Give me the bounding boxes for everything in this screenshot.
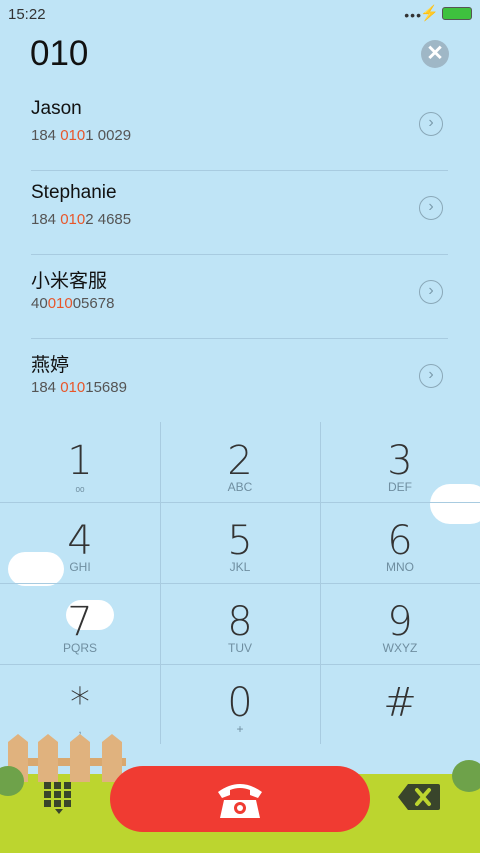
backspace-icon[interactable] — [398, 784, 440, 810]
contact-detail-chevron-icon[interactable]: › — [419, 112, 443, 136]
key-3[interactable]: 3 DEF — [320, 422, 480, 502]
divider — [31, 170, 448, 171]
bush-decoration — [452, 760, 480, 792]
key-star[interactable]: *, — [0, 664, 160, 744]
fence-decoration — [70, 734, 90, 782]
call-button[interactable] — [110, 766, 370, 832]
voicemail-icon: ₒₒ — [75, 480, 85, 494]
key-7[interactable]: 7 PQRS — [0, 583, 160, 663]
status-bar: 15:22 ••• ⚡ — [0, 0, 480, 28]
key-8[interactable]: 8 TUV — [160, 583, 320, 663]
dialpad-toggle-icon[interactable] — [44, 782, 74, 816]
contact-number: 184 0102 4685 — [31, 211, 132, 228]
key-5[interactable]: 5 JKL — [160, 502, 320, 582]
contact-number: 4001005678 — [31, 295, 115, 312]
divider — [31, 254, 448, 255]
contact-row[interactable]: Stephanie 184 0102 4685 › — [31, 172, 448, 256]
key-1[interactable]: 1 ₒₒ — [0, 422, 160, 502]
dialed-number: 010 — [30, 34, 89, 73]
contact-number: 184 01015689 — [31, 379, 127, 396]
contact-name: 小米客服 — [31, 271, 108, 292]
contact-row[interactable]: 燕婷 184 01015689 › — [31, 340, 448, 424]
divider — [31, 338, 448, 339]
contact-detail-chevron-icon[interactable]: › — [419, 364, 443, 388]
contact-name: Jason — [31, 98, 82, 119]
contact-number: 184 0101 0029 — [31, 127, 132, 144]
fence-decoration — [38, 734, 58, 782]
key-9[interactable]: 9 WXYZ — [320, 583, 480, 663]
charging-icon: ⚡ — [420, 5, 439, 22]
key-4[interactable]: 4 GHI — [0, 502, 160, 582]
status-time: 15:22 — [8, 6, 46, 23]
contact-detail-chevron-icon[interactable]: › — [419, 196, 443, 220]
key-hash[interactable]: # — [320, 664, 480, 744]
contact-detail-chevron-icon[interactable]: › — [419, 280, 443, 304]
clear-input-button[interactable]: ✕ — [421, 40, 449, 68]
key-0[interactable]: 0 + — [160, 664, 320, 744]
contact-row[interactable]: Jason 184 0101 0029 › — [31, 88, 448, 172]
battery-icon — [442, 7, 472, 20]
key-2[interactable]: 2 ABC — [160, 422, 320, 502]
backspace-shape — [398, 784, 440, 810]
dial-keypad: 1 ₒₒ 2 ABC 3 DEF 4 GHI 5 JKL 6 MNO 7 PQRS 8 TUV … — [0, 422, 480, 744]
contact-name: Stephanie — [31, 182, 117, 203]
phone-icon — [218, 784, 262, 818]
contact-row[interactable]: 小米客服 4001005678 › — [31, 256, 448, 340]
contact-name: 燕婷 — [31, 355, 70, 376]
key-6[interactable]: 6 MNO — [320, 502, 480, 582]
